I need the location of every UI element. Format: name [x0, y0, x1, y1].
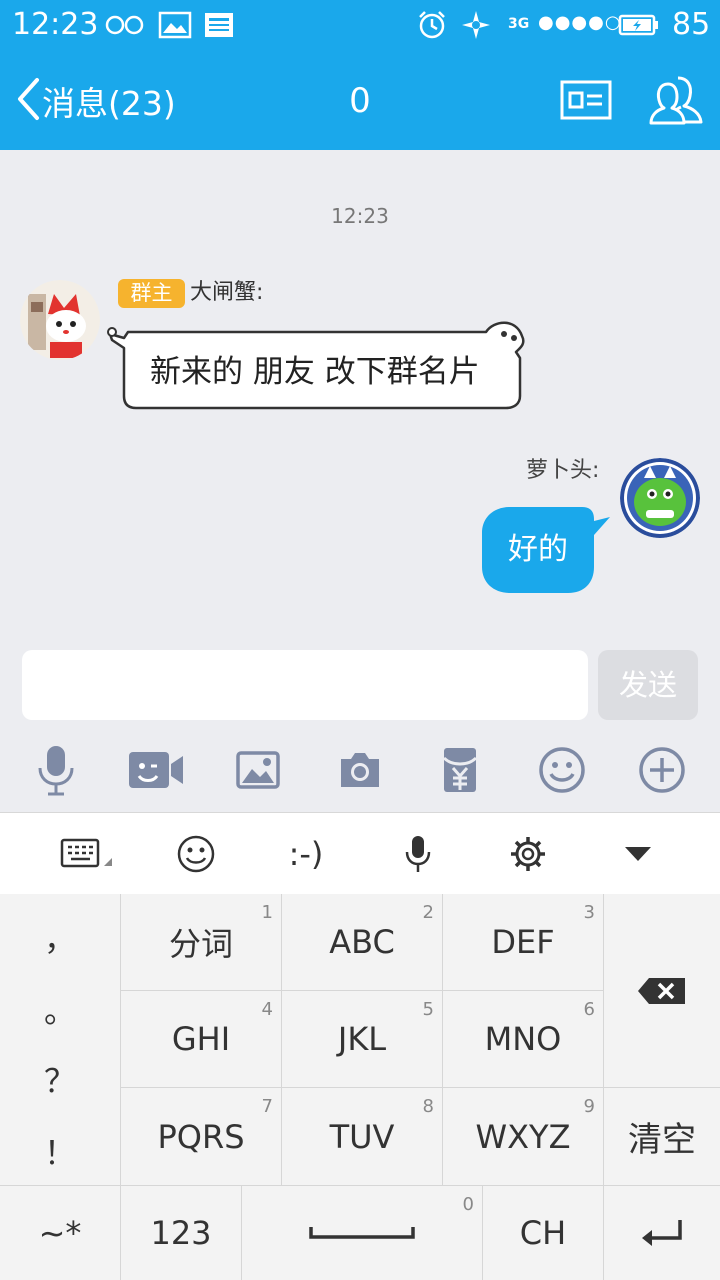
voice-input-icon[interactable] — [378, 813, 458, 895]
collapse-keyboard-icon[interactable] — [598, 813, 678, 895]
avatar[interactable] — [20, 280, 100, 360]
microphone-icon[interactable] — [26, 740, 86, 800]
key-8[interactable]: TUV 8 — [282, 1088, 443, 1186]
key-9[interactable]: WXYZ 9 — [443, 1088, 604, 1186]
key-2[interactable]: ABC 2 — [282, 894, 443, 991]
group-owner-badge: 群主 — [118, 279, 185, 308]
settings-gear-icon[interactable] — [488, 813, 568, 895]
key-1[interactable]: 分词 1 — [121, 894, 282, 991]
alarm-icon — [416, 10, 448, 40]
key-3[interactable]: DEF 3 — [443, 894, 604, 991]
network-type: 3G — [508, 16, 530, 32]
clear-key[interactable]: 清空 — [604, 1088, 720, 1186]
message-input[interactable] — [22, 650, 588, 720]
infinity-icon — [104, 10, 146, 40]
chat-title: 0 — [349, 81, 371, 121]
keyboard-switch-icon[interactable] — [48, 813, 128, 895]
video-call-icon[interactable] — [126, 740, 186, 800]
keyboard: ， 。 ？ ！ 分词 1 ABC 2 DEF 3 GHI 4 JKL 5 MNO 6 PQR… — [0, 894, 720, 1280]
gallery-notification-icon — [158, 10, 192, 40]
question-key[interactable]: ？ — [0, 1056, 120, 1102]
key-6[interactable]: MNO 6 — [443, 991, 604, 1088]
enter-icon — [604, 1186, 720, 1280]
group-members-button[interactable] — [648, 72, 704, 128]
emoji-icon[interactable] — [156, 813, 236, 895]
back-label: 消息(23) — [42, 84, 176, 123]
symbol-key[interactable]: ~* — [0, 1186, 121, 1280]
key-7[interactable]: PQRS 7 — [121, 1088, 282, 1186]
space-bar-icon — [242, 1186, 482, 1280]
period-key[interactable]: 。 — [0, 986, 120, 1032]
group-card-button[interactable] — [560, 80, 612, 122]
chevron-left-icon — [16, 77, 40, 125]
backspace-key[interactable] — [604, 894, 720, 1088]
number-key[interactable]: 123 — [121, 1186, 242, 1280]
sender-name: 萝卜头: — [526, 458, 600, 483]
status-time: 12:23 — [12, 7, 99, 42]
avatar[interactable] — [620, 458, 700, 538]
battery-icon — [618, 10, 660, 40]
key-5[interactable]: JKL 5 — [282, 991, 443, 1088]
plus-icon[interactable] — [632, 740, 692, 800]
signal-strength: ●●●●○ — [538, 12, 622, 33]
status-bar: 12:23 3G ●●●●○ 85 — [0, 0, 720, 50]
message-timestamp: 12:23 — [331, 204, 389, 228]
battery-level: 85 — [672, 7, 711, 42]
emoticon-button[interactable]: :-) — [266, 813, 346, 895]
emoji-icon[interactable] — [532, 740, 592, 800]
backspace-icon — [604, 894, 720, 1087]
key-4[interactable]: GHI 4 — [121, 991, 282, 1088]
news-notification-icon — [204, 10, 234, 40]
red-packet-icon[interactable] — [430, 740, 490, 800]
language-key[interactable]: CH — [483, 1186, 604, 1280]
keyboard-toolbar: :-) — [0, 812, 720, 895]
message-text: 新来的 朋友 改下群名片 — [150, 354, 480, 390]
sender-name: 大闸蟹: — [190, 280, 264, 305]
punctuation-column: ， 。 ？ ！ — [0, 894, 121, 1186]
back-button[interactable]: 消息(23) — [16, 74, 176, 128]
send-button[interactable]: 发送 — [598, 650, 698, 720]
image-icon[interactable] — [228, 740, 288, 800]
camera-icon[interactable] — [330, 740, 390, 800]
exclamation-key[interactable]: ！ — [0, 1128, 120, 1174]
enter-key[interactable] — [604, 1186, 720, 1280]
message-text: 好的 — [508, 532, 568, 567]
chat-header: 消息(23) 0 — [0, 50, 720, 150]
star-app-icon — [460, 10, 492, 40]
comma-key[interactable]: ， — [0, 914, 120, 960]
space-key[interactable]: 0 — [242, 1186, 483, 1280]
